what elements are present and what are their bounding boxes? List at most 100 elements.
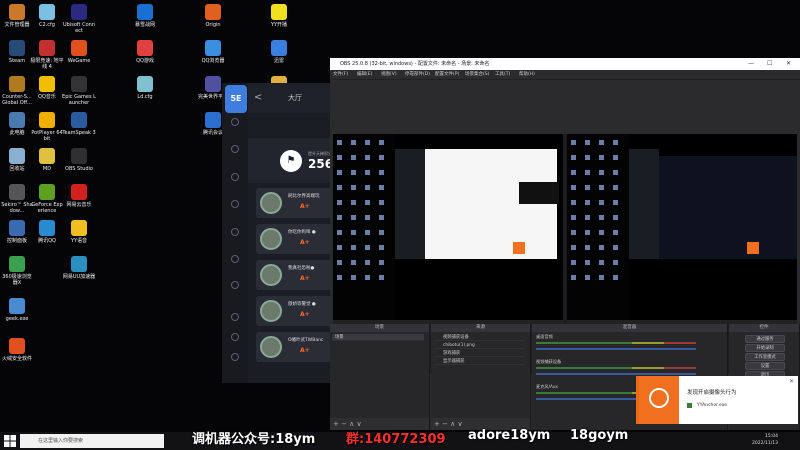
menu-profile[interactable]: 配置文件(P) — [435, 71, 459, 77]
desktop-icon-label: OBS Studio — [65, 166, 93, 172]
camera-icon — [639, 376, 679, 424]
app-icon — [9, 256, 25, 272]
desktop: 文件管理器 Steam Counter-S... Global Off... 此电脑回… — [0, 0, 800, 432]
maximize-button[interactable]: ☐ — [767, 58, 772, 70]
desktop-icon[interactable]: Ubisoft Connect — [62, 4, 96, 34]
desktop-icon[interactable]: 网易UU加速器 — [62, 256, 96, 280]
desktop-icon[interactable]: Steam — [0, 40, 34, 64]
windows-start-icon[interactable] — [4, 435, 16, 447]
chat-icon[interactable] — [231, 353, 239, 361]
desktop-icon[interactable]: 火绒安全软件 — [0, 338, 34, 362]
desktop-icon[interactable]: 暴雪战网 — [128, 4, 162, 28]
source-item[interactable]: 视频捕获设备 — [433, 334, 525, 341]
rank-badge: A+ — [300, 203, 310, 210]
desktop-icon[interactable]: 极限竞速: 地平线 4 — [30, 40, 64, 70]
desktop-icon[interactable]: Origin — [196, 4, 230, 28]
desktop-icon-label: 文件管理器 — [4, 22, 30, 28]
source-item[interactable]: chibotu(1).png — [433, 342, 525, 349]
tab-lobby[interactable]: 大厅 — [288, 93, 302, 103]
desktop-icon[interactable]: QQ浏览器 — [196, 40, 230, 64]
desktop-icon[interactable]: C2.cfg — [30, 4, 64, 28]
friend-row[interactable]: 傲娇等警觉 ● A+ — [256, 296, 332, 326]
menu-view[interactable]: 视图(V) — [381, 71, 397, 77]
search-icon[interactable] — [231, 313, 239, 321]
app-icon — [9, 112, 25, 128]
desktop-icon[interactable]: Ld.cfg — [128, 76, 162, 100]
friend-row[interactable]: 刷比尔界高端玩 A+ — [256, 188, 332, 218]
camera-notification[interactable]: 发现开启摄像头行为 YYAnchor.exe ✕ — [636, 376, 798, 424]
desktop-icon[interactable]: 此电脑 — [0, 112, 34, 136]
desktop-icon[interactable]: 回收站 — [0, 148, 34, 172]
desktop-icon[interactable]: 腾讯QQ — [30, 220, 64, 244]
desktop-icon-label: Sekiro™ Shadow... — [1, 202, 33, 214]
desktop-icon[interactable]: QQ音乐 — [30, 76, 64, 100]
friend-row[interactable]: 我真社恐啦● A+ — [256, 260, 332, 290]
desktop-icon[interactable]: QQ游戏 — [128, 40, 162, 64]
settings-icon[interactable] — [231, 333, 239, 341]
menu-help[interactable]: 帮助(H) — [519, 71, 535, 77]
desktop-icon[interactable]: Counter-S... Global Off... — [0, 76, 34, 106]
menu-tools[interactable]: 工具(T) — [495, 71, 510, 77]
studio-mode-button[interactable]: 工作室模式 — [745, 353, 785, 361]
desktop-icon[interactable]: MD — [30, 148, 64, 172]
shop-icon[interactable] — [231, 281, 239, 289]
notification-close[interactable]: ✕ — [789, 378, 794, 385]
back-button[interactable]: < — [254, 92, 262, 103]
app-icon — [71, 256, 87, 272]
minimize-button[interactable]: — — [748, 58, 754, 70]
volume-slider[interactable] — [536, 348, 696, 350]
desktop-icon[interactable]: 控制面板 — [0, 220, 34, 244]
desktop-icon[interactable]: YY开播 — [262, 4, 296, 28]
app-icon — [9, 220, 25, 236]
desktop-icon[interactable]: WeGame — [62, 40, 96, 64]
desktop-icon[interactable]: GeForce Experience — [30, 184, 64, 214]
client-logo[interactable]: 5E — [225, 85, 247, 113]
start-recording-button[interactable]: 开始录制 — [745, 344, 785, 352]
start-streaming-button[interactable]: 通过服务 — [745, 335, 785, 343]
sidebar-icon[interactable] — [231, 145, 239, 153]
app-icon — [205, 4, 221, 20]
rank-badge: A+ — [300, 311, 310, 318]
desktop-icon-label: WeGame — [67, 58, 91, 64]
menu-edit[interactable]: 编辑(E) — [357, 71, 372, 77]
menu-file[interactable]: 文件(F) — [333, 71, 348, 77]
wifi-icon[interactable] — [231, 255, 239, 263]
friend-row[interactable]: O幡叶武TWBanc A+ — [256, 332, 332, 362]
app-icon — [71, 148, 87, 164]
desktop-icon[interactable]: PotPlayer 64 bit — [30, 112, 64, 142]
sidebar-icon[interactable] — [231, 200, 239, 208]
source-item[interactable]: 游戏捕获 — [433, 350, 525, 357]
clock[interactable]: 15:04 2022/11/13 — [752, 433, 778, 447]
desktop-icon[interactable]: 文件管理器 — [0, 4, 34, 28]
desktop-icon[interactable]: Sekiro™ Shadow... — [0, 184, 34, 214]
desktop-icon[interactable]: geek.exe — [0, 298, 34, 322]
scene-item[interactable]: 场景 — [332, 334, 424, 341]
mixer-header: 混音器 — [532, 324, 727, 332]
friend-name: 你吃你拘咩 ● — [288, 230, 316, 235]
app-icon — [205, 40, 221, 56]
desktop-icon[interactable]: TeamSpeak 3 — [62, 112, 96, 136]
source-item[interactable]: 显示器捕获 — [433, 358, 525, 365]
taskbar-search[interactable]: 在这里输入你要搜索 — [20, 434, 164, 448]
desktop-icon[interactable]: 迅雷 — [262, 40, 296, 64]
volume-slider[interactable] — [536, 373, 696, 375]
settings-button[interactable]: 设置 — [745, 362, 785, 370]
app-icon — [9, 184, 25, 200]
sidebar-icon[interactable] — [231, 228, 239, 236]
close-button[interactable]: ✕ — [786, 58, 791, 70]
desktop-icon-label: YY语音 — [70, 238, 88, 244]
friend-row[interactable]: 你吃你拘咩 ● A+ — [256, 224, 332, 254]
sidebar-icon[interactable] — [231, 118, 239, 126]
notification-title: 发现开启摄像头行为 — [687, 390, 737, 396]
desktop-icon[interactable]: YY语音 — [62, 220, 96, 244]
desktop-icon[interactable]: Epic Games Launcher — [62, 76, 96, 106]
app-icon — [9, 4, 25, 20]
desktop-icon[interactable]: 360极速浏览器X — [0, 256, 34, 286]
audio-meter — [536, 367, 696, 369]
desktop-icon[interactable]: OBS Studio — [62, 148, 96, 172]
menu-scene-collection[interactable]: 场景集合(S) — [465, 71, 489, 77]
menu-docks[interactable]: 停靠部件(D) — [405, 71, 430, 77]
app-icon — [9, 76, 25, 92]
desktop-icon[interactable]: 网易云音乐 — [62, 184, 96, 208]
sidebar-icon[interactable] — [231, 173, 239, 181]
